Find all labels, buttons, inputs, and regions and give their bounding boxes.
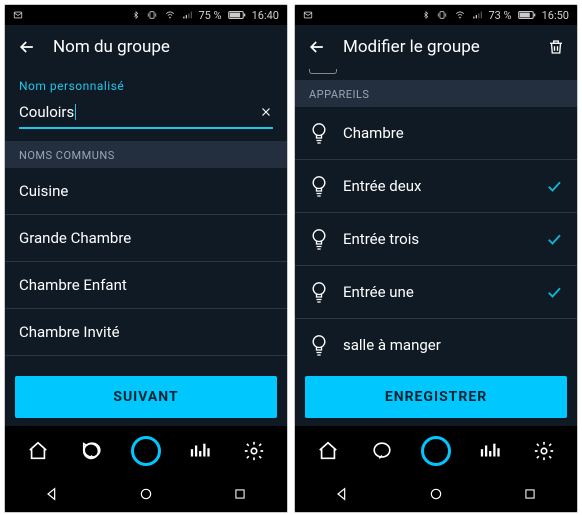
signal-icon <box>472 10 482 20</box>
battery-text: 75 % <box>198 9 221 22</box>
bulb-icon <box>309 227 329 251</box>
bottom-tab-bar <box>295 426 577 476</box>
nav-back[interactable] <box>41 483 63 505</box>
list-item[interactable]: Cuisine <box>5 168 287 215</box>
delete-icon[interactable] <box>547 37 565 57</box>
group-name-input[interactable]: Couloirs <box>19 103 74 121</box>
bulb-icon <box>309 121 329 145</box>
check-icon <box>545 177 563 195</box>
text-cursor <box>75 104 76 120</box>
tab-alexa[interactable] <box>126 431 166 471</box>
nav-recent[interactable] <box>229 483 251 505</box>
common-names-list: Cuisine Grande Chambre Chambre Enfant Ch… <box>5 168 287 368</box>
page-title: Nom du groupe <box>53 37 275 57</box>
bottom-tab-bar <box>5 426 287 476</box>
bulb-icon <box>309 333 329 357</box>
vibrate-icon <box>146 10 158 20</box>
check-icon <box>545 230 563 248</box>
devices-header: APPAREILS <box>295 80 577 107</box>
phone-left: 75 % 16:40 Nom du groupe Nom personnalis… <box>4 4 288 513</box>
device-row[interactable]: Chambre <box>295 107 577 160</box>
common-names-header: NOMS COMMUNS <box>5 141 287 168</box>
list-item[interactable]: Chambre Invité <box>5 309 287 356</box>
battery-icon <box>228 10 246 20</box>
wifi-icon <box>454 10 466 20</box>
page-title: Modifier le groupe <box>343 37 531 57</box>
device-row[interactable]: Entrée deux <box>295 160 577 213</box>
message-icon <box>303 10 313 20</box>
tab-alexa[interactable] <box>416 431 456 471</box>
list-item[interactable]: Chambre Enfant <box>5 262 287 309</box>
tab-home[interactable] <box>18 431 58 471</box>
save-button[interactable]: ENREGISTRER <box>305 376 567 418</box>
tab-chat[interactable] <box>72 431 112 471</box>
tab-home[interactable] <box>308 431 348 471</box>
bulb-icon <box>309 280 329 304</box>
android-nav-bar <box>295 476 577 512</box>
tab-settings[interactable] <box>234 431 274 471</box>
clock-text: 16:50 <box>542 9 569 22</box>
message-icon <box>13 10 23 20</box>
app-header: Modifier le groupe <box>295 25 577 69</box>
device-row[interactable]: Entrée une <box>295 266 577 319</box>
vibrate-icon <box>436 10 448 20</box>
nav-home[interactable] <box>135 483 157 505</box>
bluetooth-icon <box>422 9 430 21</box>
next-button[interactable]: SUIVANT <box>15 376 277 418</box>
tab-chat[interactable] <box>362 431 402 471</box>
clock-text: 16:40 <box>252 9 279 22</box>
tab-music[interactable] <box>180 431 220 471</box>
bluetooth-icon <box>132 9 140 21</box>
status-bar: 73 % 16:50 <box>295 5 577 25</box>
nav-back[interactable] <box>331 483 353 505</box>
app-header: Nom du groupe <box>5 25 287 69</box>
bulb-icon <box>309 174 329 198</box>
android-nav-bar <box>5 476 287 512</box>
device-row[interactable]: Entrée trois <box>295 213 577 266</box>
check-icon <box>545 283 563 301</box>
signal-icon <box>182 10 192 20</box>
battery-text: 73 % <box>488 9 511 22</box>
nav-recent[interactable] <box>519 483 541 505</box>
battery-icon <box>518 10 536 20</box>
clear-icon[interactable] <box>259 105 273 119</box>
tab-settings[interactable] <box>524 431 564 471</box>
partial-row-icon <box>309 69 337 74</box>
phone-right: 73 % 16:50 Modifier le groupe APPAREILS <box>294 4 578 513</box>
back-icon[interactable] <box>307 37 327 57</box>
status-bar: 75 % 16:40 <box>5 5 287 25</box>
nav-home[interactable] <box>425 483 447 505</box>
list-item[interactable]: Grande Chambre <box>5 215 287 262</box>
device-row[interactable]: salle à manger <box>295 319 577 368</box>
devices-list: Chambre Entrée deux Entrée trois <box>295 107 577 368</box>
wifi-icon <box>164 10 176 20</box>
tab-music[interactable] <box>470 431 510 471</box>
custom-name-label: Nom personnalisé <box>5 69 287 97</box>
back-icon[interactable] <box>17 37 37 57</box>
